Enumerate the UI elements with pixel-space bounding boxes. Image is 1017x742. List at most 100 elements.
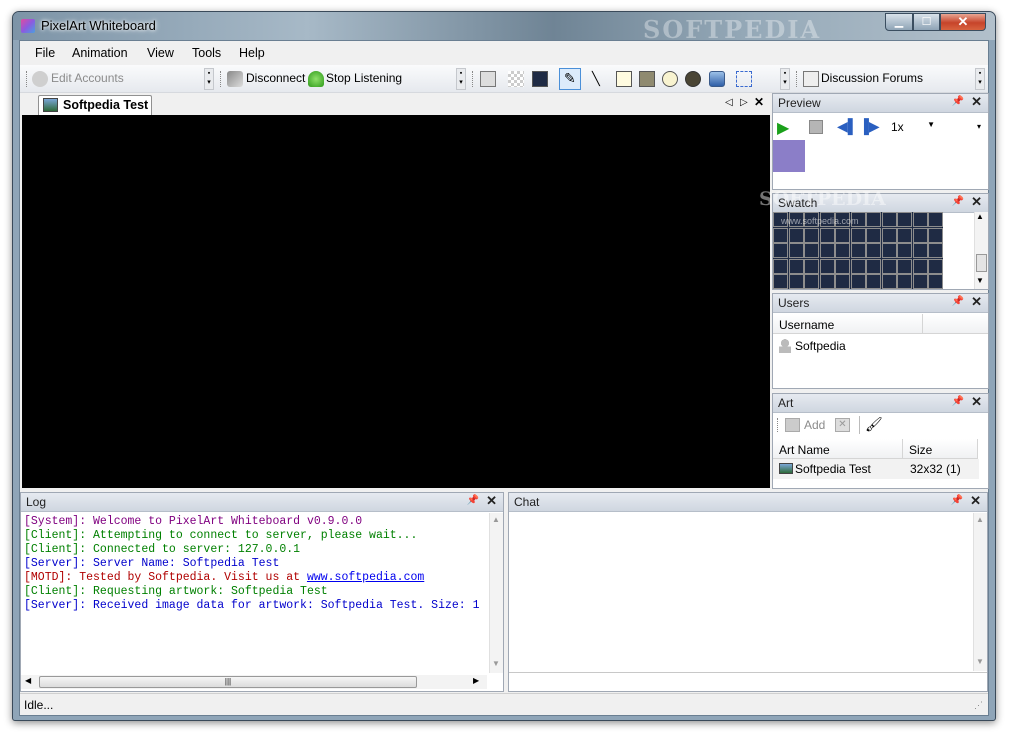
swatch-cell[interactable] xyxy=(881,258,897,274)
swatch-cell[interactable] xyxy=(912,227,928,243)
menu-help[interactable]: Help xyxy=(239,46,265,60)
pin-icon[interactable]: 📌 xyxy=(952,396,964,407)
resize-grip-icon[interactable]: ⋰ xyxy=(974,700,983,711)
swatch-cell[interactable] xyxy=(897,258,912,274)
swatch-cell[interactable] xyxy=(835,243,850,258)
swatch-cell[interactable] xyxy=(819,274,835,289)
toolbar-overflow-4[interactable]: ▪ ▾ xyxy=(975,68,985,90)
scroll-right-icon[interactable]: ▶ xyxy=(473,676,479,685)
swatch-cell[interactable] xyxy=(850,243,866,258)
swatch-scrollbar[interactable]: ▲ ▼ xyxy=(974,212,988,289)
close-panel-icon[interactable]: ✕ xyxy=(971,294,982,310)
chat-input[interactable] xyxy=(509,672,987,691)
minimize-button[interactable]: ▁ xyxy=(885,13,913,31)
swatch-cell[interactable] xyxy=(897,274,912,289)
line-tool-icon[interactable]: ╲ xyxy=(592,71,608,87)
swatch-cell[interactable] xyxy=(804,243,819,258)
close-panel-icon[interactable]: ✕ xyxy=(971,394,982,410)
swatch-cell[interactable] xyxy=(819,227,835,243)
swatch-cell[interactable] xyxy=(835,274,850,289)
scroll-up-icon[interactable]: ▲ xyxy=(492,515,500,524)
swatch-cell[interactable] xyxy=(850,258,866,274)
swatch-cell[interactable] xyxy=(897,243,912,258)
stop-icon[interactable] xyxy=(809,120,823,134)
log-vertical-scrollbar[interactable]: ▲ ▼ xyxy=(489,513,503,673)
pin-icon[interactable]: 📌 xyxy=(467,495,479,506)
swatch-cell[interactable] xyxy=(773,258,788,274)
tab-scroll-right-icon[interactable]: ▷ xyxy=(740,97,748,108)
swatch-cell[interactable] xyxy=(819,243,835,258)
play-icon[interactable]: ▶ xyxy=(777,118,789,138)
document-tab[interactable]: Softpedia Test xyxy=(38,95,152,115)
swatch-cell[interactable] xyxy=(804,227,819,243)
swatch-cell[interactable] xyxy=(788,258,804,274)
swatch-cell[interactable] xyxy=(788,243,804,258)
edit-accounts-button[interactable]: Edit Accounts xyxy=(51,71,124,85)
swatch-cell[interactable] xyxy=(866,274,881,289)
swatch-cell[interactable] xyxy=(773,227,788,243)
filled-rectangle-tool-icon[interactable] xyxy=(639,71,655,87)
toolbar-grip[interactable] xyxy=(796,71,800,87)
stop-listening-button[interactable]: Stop Listening xyxy=(326,71,402,85)
ellipse-tool-icon[interactable] xyxy=(662,71,678,87)
swatch-cell[interactable] xyxy=(881,227,897,243)
swatch-cell[interactable] xyxy=(866,212,881,227)
toolbar-grip[interactable] xyxy=(26,71,30,87)
drawing-canvas[interactable] xyxy=(22,115,770,488)
log-link[interactable]: www.softpedia.com xyxy=(307,571,424,584)
close-panel-icon[interactable]: ✕ xyxy=(486,493,497,509)
scroll-down-icon[interactable]: ▼ xyxy=(492,659,500,668)
pin-icon[interactable]: 📌 xyxy=(951,495,963,506)
swatch-cell[interactable] xyxy=(850,227,866,243)
swatch-cell[interactable] xyxy=(804,258,819,274)
toolbar-overflow-3[interactable]: ▪ ▾ xyxy=(780,68,790,90)
toolbar-overflow-2[interactable]: ▪ ▾ xyxy=(456,68,466,90)
title-bar[interactable]: PixelArt Whiteboard SOFTPEDIA ▁ ☐ ✕ xyxy=(13,12,995,44)
toolbar-grip[interactable] xyxy=(777,418,780,432)
scroll-down-icon[interactable]: ▼ xyxy=(976,276,984,285)
fill-bucket-icon[interactable] xyxy=(709,71,725,87)
swatch-cell[interactable] xyxy=(773,274,788,289)
scroll-thumb[interactable] xyxy=(976,254,987,272)
pencil-tool-icon[interactable]: ✎ xyxy=(559,68,581,90)
swatch-cell[interactable] xyxy=(897,212,912,227)
swatch-cell[interactable] xyxy=(835,227,850,243)
filled-ellipse-tool-icon[interactable] xyxy=(685,71,701,87)
menu-tools[interactable]: Tools xyxy=(192,46,221,60)
art-name-column-header[interactable]: Art Name xyxy=(773,439,903,459)
swatch-cell[interactable] xyxy=(928,212,943,227)
log-horizontal-scrollbar[interactable]: ◀ ||| ▶ xyxy=(21,675,487,689)
chat-scrollbar[interactable]: ▲ ▼ xyxy=(973,513,987,671)
add-art-button[interactable]: Add xyxy=(804,418,825,432)
swatch-cell[interactable] xyxy=(912,258,928,274)
swatch-cell[interactable] xyxy=(928,274,943,289)
close-panel-icon[interactable]: ✕ xyxy=(971,194,982,210)
scroll-down-icon[interactable]: ▼ xyxy=(976,657,984,666)
delete-art-icon[interactable]: ✕ xyxy=(835,418,850,432)
pin-icon[interactable]: 📌 xyxy=(952,296,964,307)
swatch-cell[interactable] xyxy=(912,274,928,289)
next-frame-icon[interactable]: ▐▶ xyxy=(859,118,880,135)
close-button[interactable]: ✕ xyxy=(940,13,986,31)
image-icon[interactable] xyxy=(480,71,496,87)
color-swatch-icon[interactable] xyxy=(532,71,548,87)
disconnect-button[interactable]: Disconnect xyxy=(246,71,305,85)
swatch-cell[interactable] xyxy=(881,212,897,227)
pin-icon[interactable]: 📌 xyxy=(952,96,964,107)
scroll-up-icon[interactable]: ▲ xyxy=(976,212,984,221)
username-column-header[interactable]: Username xyxy=(773,314,923,334)
maximize-button[interactable]: ☐ xyxy=(913,13,940,31)
discussion-forums-button[interactable]: Discussion Forums xyxy=(821,71,923,85)
close-document-icon[interactable]: ✕ xyxy=(754,95,764,109)
transparent-color-icon[interactable] xyxy=(508,71,524,87)
tab-scroll-left-icon[interactable]: ◁ xyxy=(725,97,733,108)
swatch-cell[interactable] xyxy=(912,243,928,258)
swatch-cell[interactable] xyxy=(835,258,850,274)
swatch-cell[interactable] xyxy=(804,274,819,289)
swatch-cell[interactable] xyxy=(912,212,928,227)
size-column-header[interactable]: Size xyxy=(903,439,978,459)
swatch-cell[interactable] xyxy=(881,243,897,258)
swatch-cell[interactable] xyxy=(881,274,897,289)
swatch-cell[interactable] xyxy=(866,258,881,274)
close-panel-icon[interactable]: ✕ xyxy=(971,94,982,110)
